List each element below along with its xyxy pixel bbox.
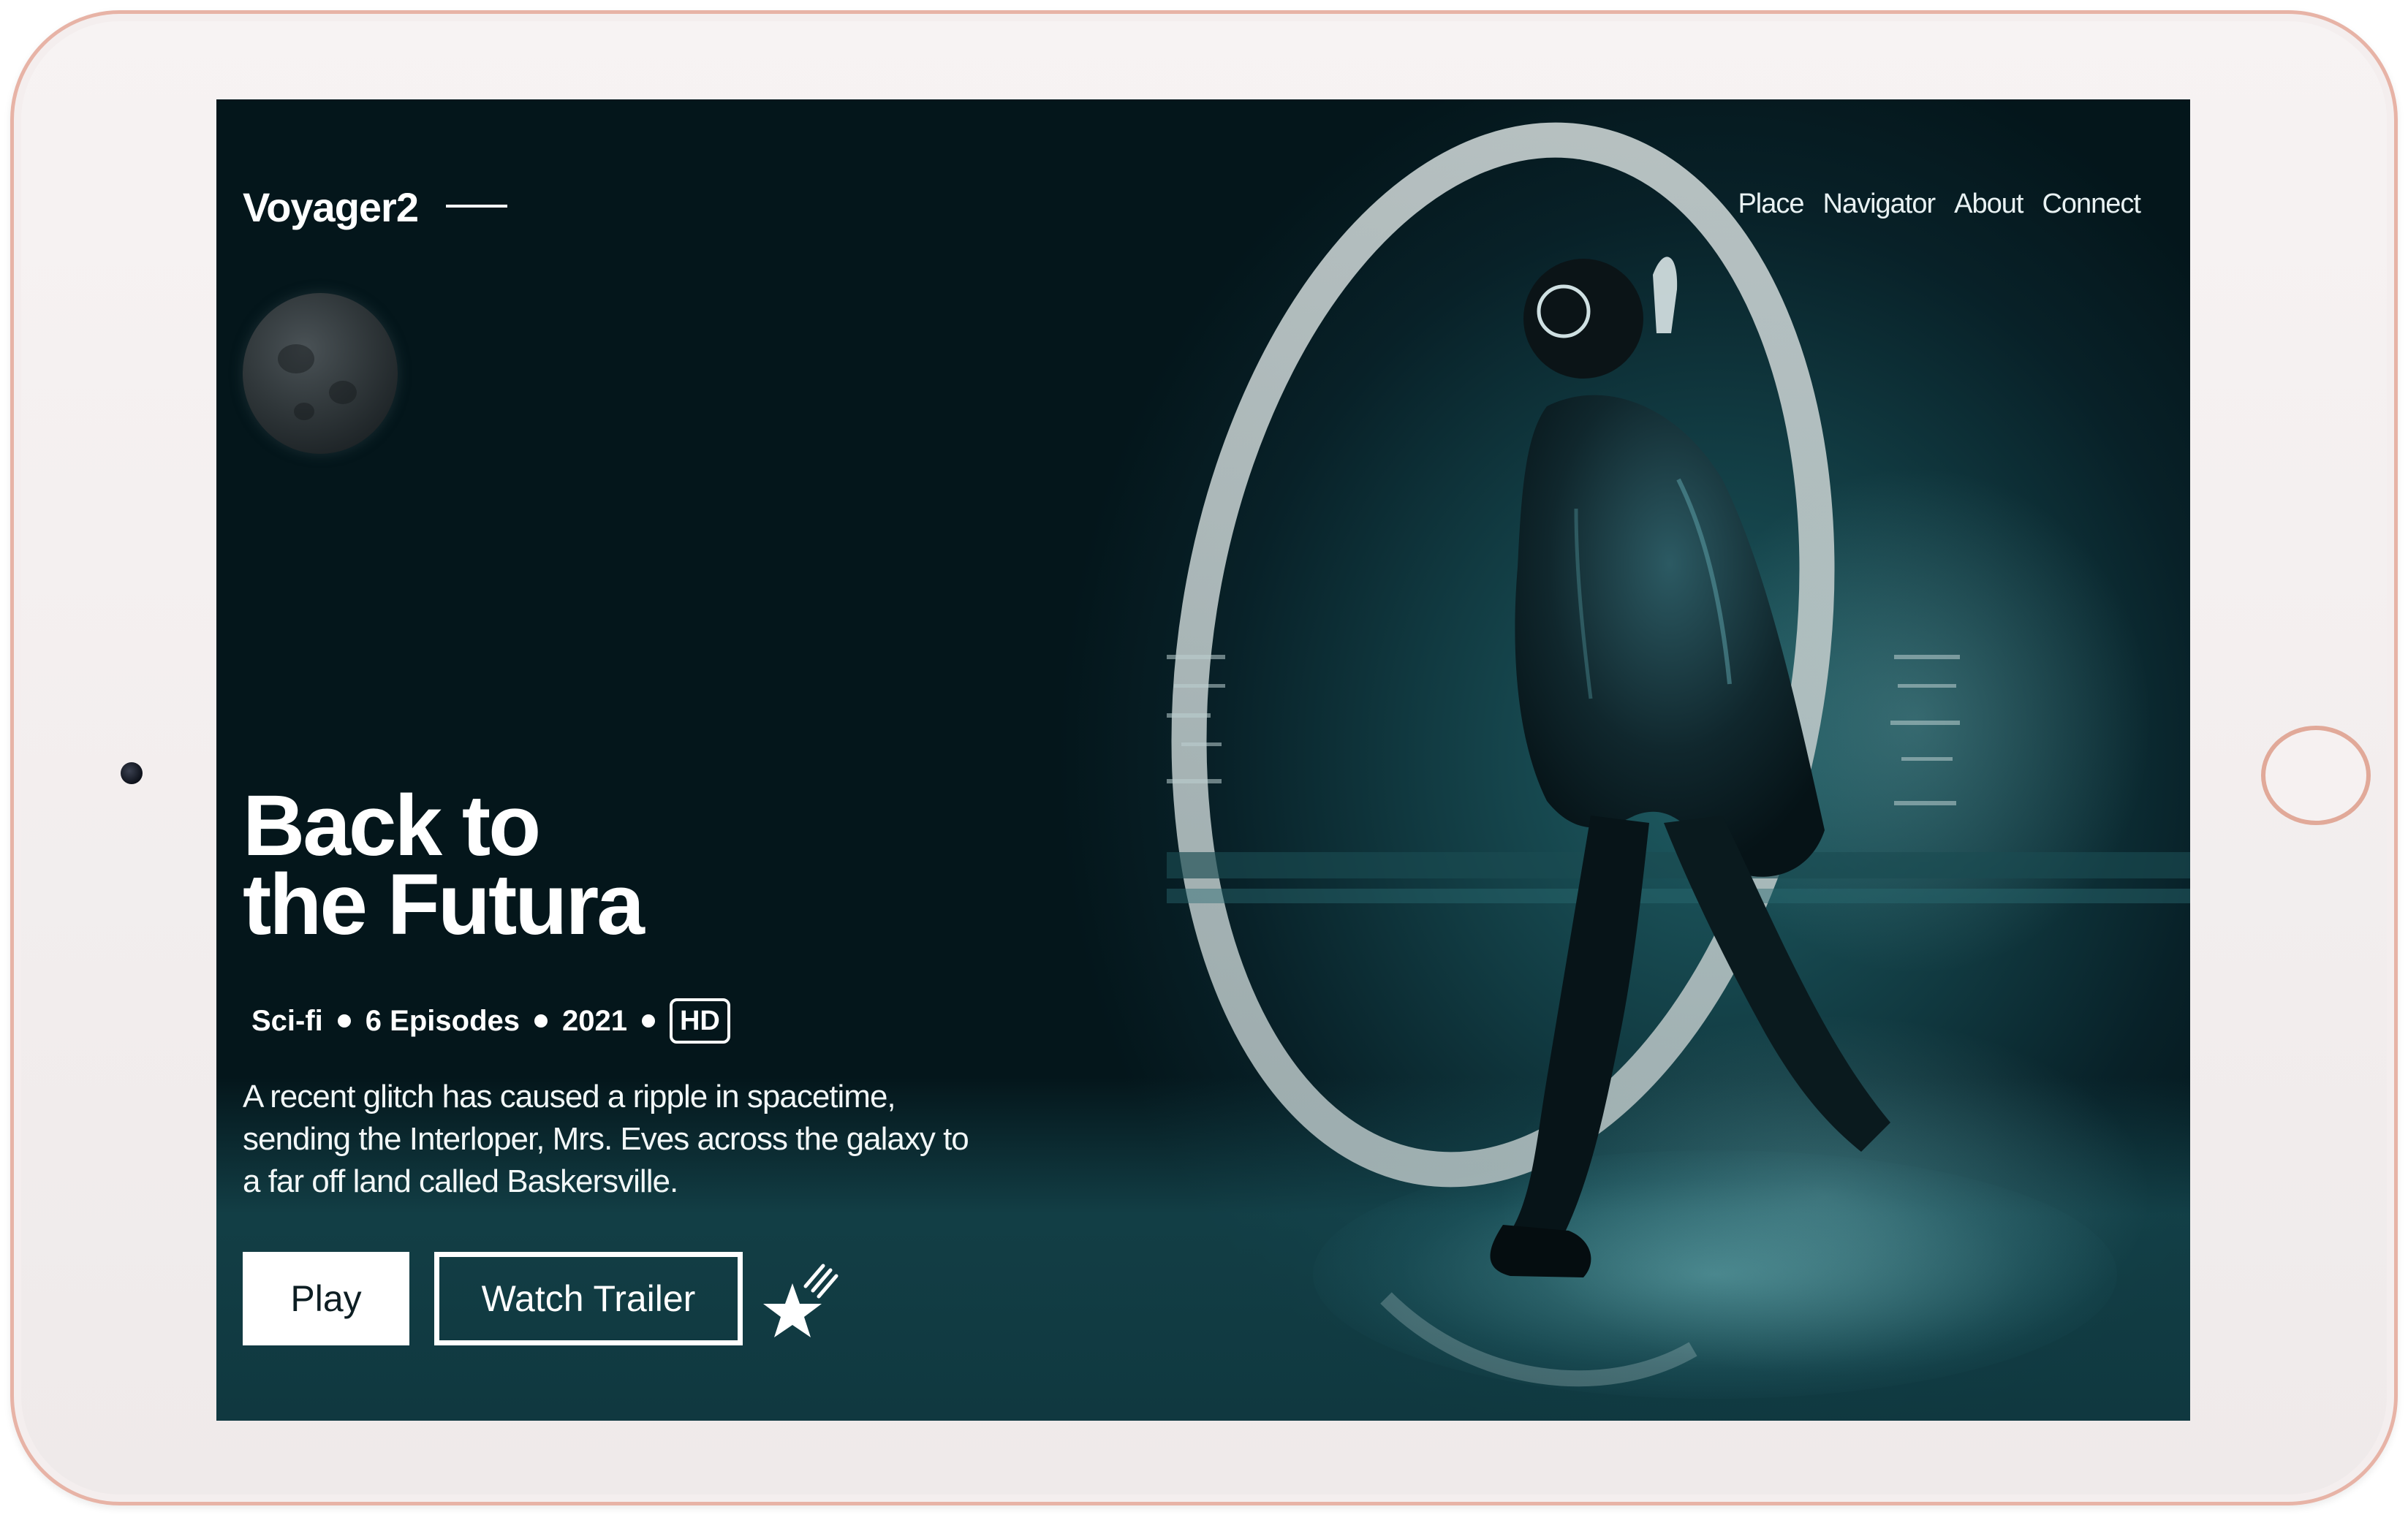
meta-separator-dot <box>534 1014 548 1028</box>
meta-episodes: 6 Episodes <box>365 1004 520 1037</box>
moon-crater <box>329 381 357 404</box>
glitch-band <box>1167 889 2190 903</box>
top-nav: Place Navigator About Connect <box>1738 189 2141 220</box>
home-button[interactable] <box>2261 726 2371 825</box>
nav-item-navigator[interactable]: Navigator <box>1823 189 1936 220</box>
moon-crater <box>294 403 314 420</box>
helmet-antenna <box>1653 257 1678 333</box>
figure-boot <box>1490 1225 1591 1277</box>
watch-trailer-button[interactable]: Watch Trailer <box>434 1252 743 1345</box>
meta-genre: Sci-fi <box>251 1004 323 1037</box>
logo-divider <box>446 205 507 208</box>
app-screen: Voyager2 Place Navigator About Connect B… <box>216 99 2190 1421</box>
portal-illustration <box>1167 122 2190 1387</box>
hero-title-line-1: Back to <box>243 778 541 874</box>
hero-title-line-2: the Futura <box>243 857 645 953</box>
star-icon[interactable] <box>760 1256 841 1342</box>
app-logo[interactable]: Voyager2 <box>243 183 419 231</box>
meta-year: 2021 <box>562 1004 627 1037</box>
ring-reflection <box>1380 1292 1697 1387</box>
show-meta: Sci-fi 6 Episodes 2021 HD <box>251 998 730 1044</box>
hero-description: A recent glitch has caused a ripple in s… <box>243 1079 969 1199</box>
nav-item-connect[interactable]: Connect <box>2042 189 2141 220</box>
nav-item-about[interactable]: About <box>1954 189 2023 220</box>
figure-cape <box>1515 395 1825 877</box>
moon-crater <box>278 344 314 373</box>
meta-separator-dot <box>641 1014 655 1028</box>
meta-separator-dot <box>337 1014 351 1028</box>
nav-item-place[interactable]: Place <box>1738 189 1804 220</box>
play-button[interactable]: Play <box>243 1252 409 1345</box>
front-camera-icon <box>121 762 143 784</box>
hero-title: Back to the Futura <box>243 778 645 953</box>
quality-badge: HD <box>669 998 730 1044</box>
figure-leg <box>1510 816 1649 1239</box>
moon-image <box>243 293 398 454</box>
